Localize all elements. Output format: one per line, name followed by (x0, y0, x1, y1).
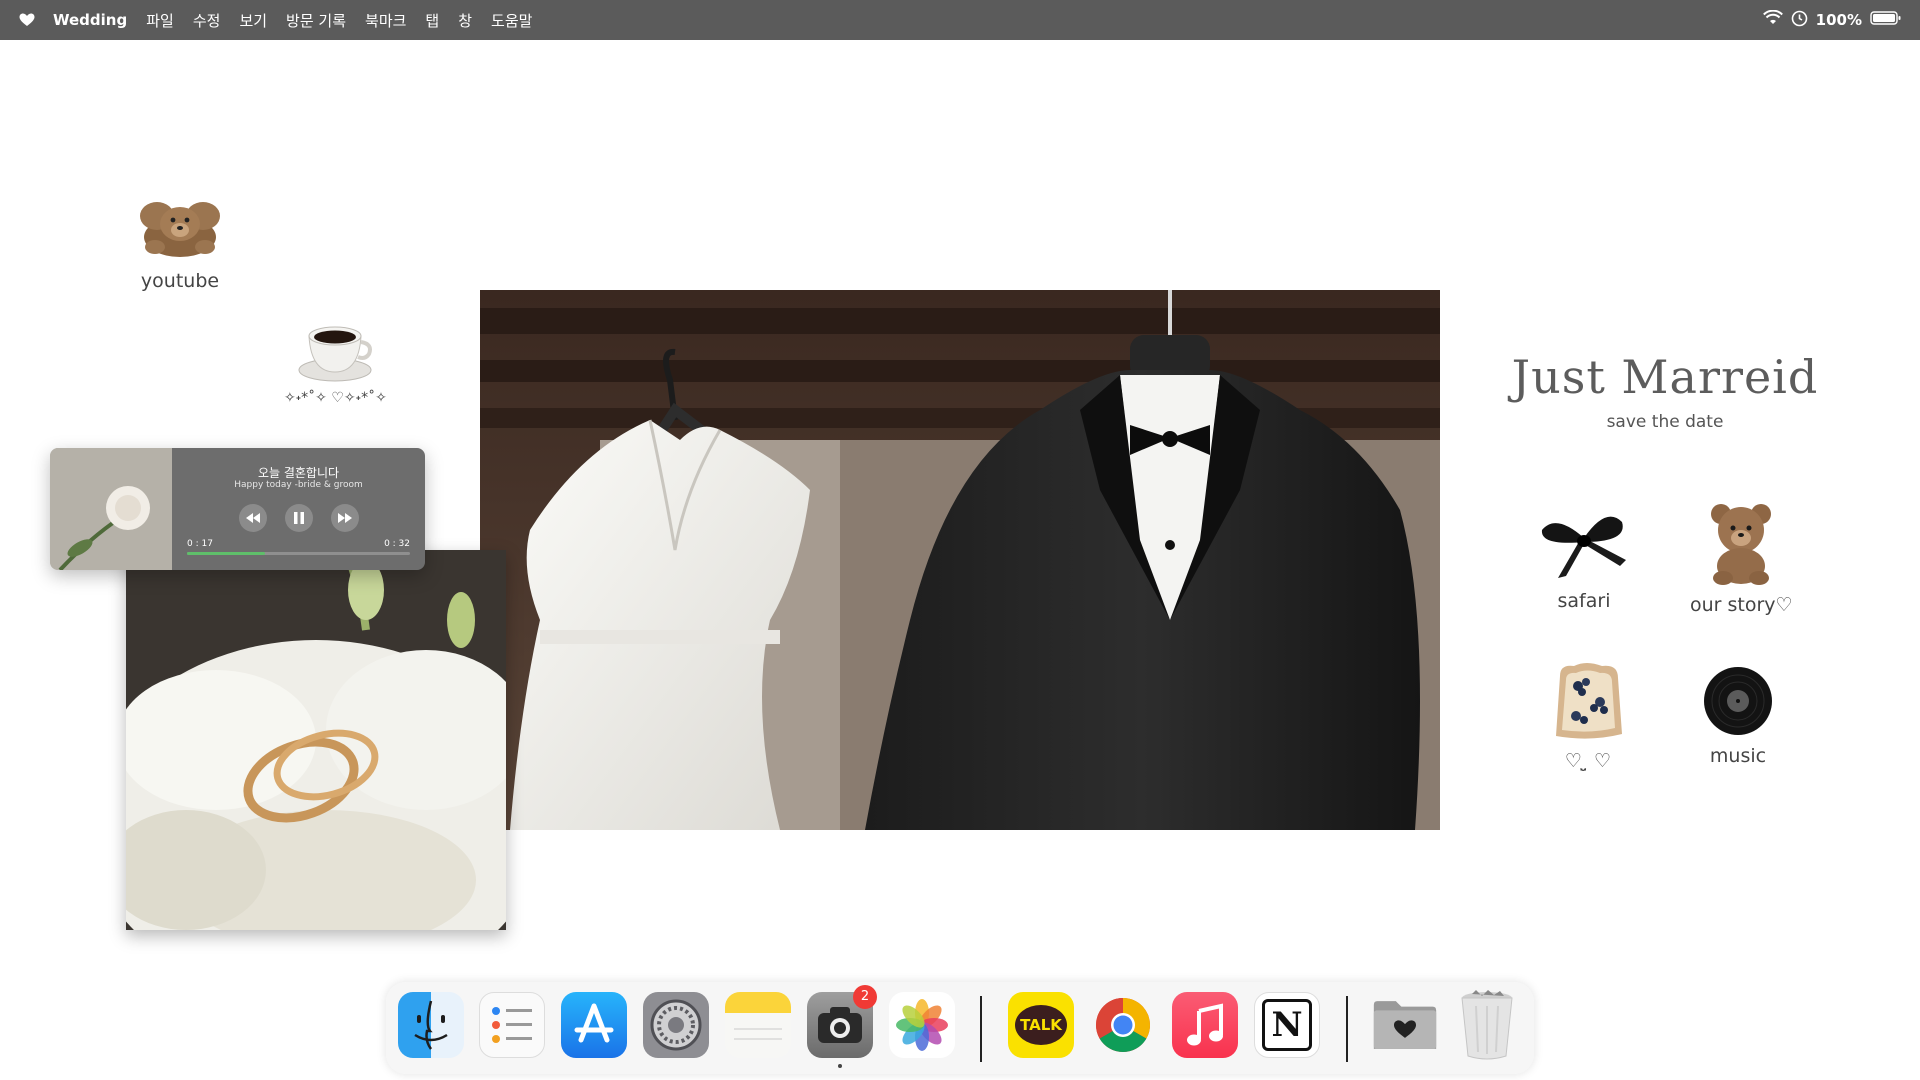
rewind-button[interactable] (238, 504, 267, 532)
teddy-bear-icon (140, 202, 220, 257)
black-ribbon-icon (1541, 516, 1626, 578)
dock-reminders[interactable] (479, 992, 545, 1058)
desktop-icon-label: safari (1557, 590, 1611, 612)
dock-kakaotalk[interactable]: TALK (1008, 992, 1074, 1058)
total-time: 0 : 32 (384, 539, 410, 549)
app-store-icon (574, 1003, 614, 1043)
gear-icon (650, 999, 702, 1051)
desktop-icon-youtube[interactable]: youtube (135, 192, 225, 292)
pause-button[interactable] (284, 504, 313, 532)
menu-view[interactable]: 보기 (239, 10, 267, 31)
album-art (50, 448, 172, 570)
music-note-icon (1187, 1003, 1223, 1046)
notion-label: N (1271, 1005, 1303, 1045)
desktop-icon-coffee[interactable]: ✧˖*˚✧ ♡✧˖*˚✧ (284, 312, 387, 406)
dock-photos[interactable] (889, 992, 955, 1058)
dock-downloads-folder[interactable] (1372, 992, 1438, 1058)
menu-tab[interactable]: 탭 (425, 10, 439, 31)
menu-bar: Wedding 파일 수정 보기 방문 기록 북마크 탭 창 도움말 100% (0, 0, 1920, 40)
trash-icon (1461, 990, 1513, 1060)
kakaotalk-label: TALK (1020, 1016, 1062, 1034)
desktop-icon-safari[interactable]: safari (1536, 508, 1632, 612)
page-title: Just Marreid (1511, 350, 1819, 404)
dock-notion[interactable]: N (1254, 992, 1320, 1058)
music-player-widget: 오늘 결혼합니다 Happy today -bride & groom 0 : … (50, 448, 425, 570)
finder-icon (414, 1000, 448, 1050)
rewind-icon (245, 513, 260, 523)
toast-icon (1556, 663, 1622, 739)
dock-separator (1346, 996, 1348, 1062)
camera-icon (818, 1007, 862, 1043)
battery-percent: 100% (1815, 11, 1862, 29)
wedding-rings-photo (126, 550, 506, 930)
desktop-icon-label: our story♡ (1690, 594, 1793, 616)
desktop-icon-music[interactable]: music (1702, 665, 1774, 767)
pause-icon (293, 512, 304, 524)
chrome-icon (1095, 998, 1150, 1053)
running-indicator (838, 1064, 842, 1068)
progress-fill (187, 552, 266, 555)
desktop-icon-label: ♡ ̤̮ ♡ (1564, 750, 1612, 772)
wedding-attire-photo (480, 290, 1440, 830)
player-panel: 오늘 결혼합니다 Happy today -bride & groom 0 : … (172, 448, 425, 570)
coffee-cup-icon (298, 326, 373, 382)
menu-edit[interactable]: 수정 (193, 10, 221, 31)
title-block: Just Marreid save the date (1500, 350, 1830, 432)
teddy-bear-icon (1711, 504, 1772, 585)
desktop-icon-our-story[interactable]: our story♡ (1690, 500, 1793, 616)
notes-icon (734, 1028, 782, 1040)
folder-heart-icon (1373, 1001, 1437, 1049)
fast-forward-button[interactable] (330, 504, 359, 532)
dock-app-store[interactable] (561, 992, 627, 1058)
song-artist: Happy today -bride & groom (234, 480, 363, 490)
desktop-icon-label: ✧˖*˚✧ ♡✧˖*˚✧ (284, 390, 387, 406)
reminders-icon (492, 1007, 532, 1043)
heart-apple-menu-icon[interactable] (19, 13, 39, 27)
dock-notes[interactable] (725, 992, 791, 1058)
dock-separator (980, 996, 982, 1062)
dock: 2 TALK N (386, 982, 1534, 1074)
playback-controls (172, 504, 425, 532)
notion-icon: N (1262, 999, 1312, 1051)
dock-system-settings[interactable] (643, 992, 709, 1058)
dock-chrome[interactable] (1090, 992, 1156, 1058)
menu-file[interactable]: 파일 (146, 10, 174, 31)
elapsed-time: 0 : 17 (187, 539, 213, 549)
wifi-icon[interactable] (1762, 9, 1783, 30)
notification-badge: 2 (853, 985, 877, 1009)
battery-icon[interactable] (1870, 10, 1902, 30)
kakaotalk-icon: TALK (1015, 1005, 1067, 1045)
vinyl-record-icon (1704, 667, 1772, 735)
menu-help[interactable]: 도움말 (491, 10, 532, 31)
progress-bar[interactable] (187, 552, 410, 555)
status-area: 100% (1762, 0, 1902, 40)
menu-bookmarks[interactable]: 북마크 (365, 10, 406, 31)
time-machine-icon[interactable] (1791, 10, 1808, 31)
menu-window[interactable]: 창 (458, 10, 472, 31)
dock-music[interactable] (1172, 992, 1238, 1058)
song-title: 오늘 결혼합니다 (257, 466, 340, 480)
fast-forward-icon (337, 513, 352, 523)
dock-trash[interactable] (1454, 990, 1520, 1060)
photos-icon (896, 999, 948, 1051)
desktop-icon-label: music (1709, 745, 1767, 767)
page-subtitle: save the date (1606, 412, 1724, 432)
desktop-icon-toast[interactable]: ♡ ̤̮ ♡ (1550, 662, 1626, 772)
desktop-icon-label: youtube (140, 270, 220, 292)
menu-history[interactable]: 방문 기록 (286, 10, 346, 31)
dock-finder[interactable] (398, 992, 464, 1058)
app-name-menu[interactable]: Wedding (53, 11, 127, 29)
dock-camera[interactable]: 2 (807, 985, 877, 1068)
